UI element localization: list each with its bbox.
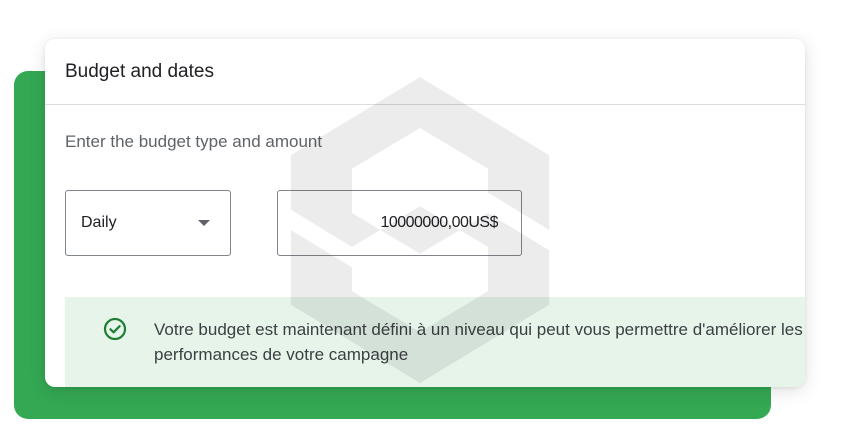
budget-notice: Votre budget est maintenant défini à un … xyxy=(65,297,805,387)
dropdown-caret-icon xyxy=(198,220,210,226)
card-body: Enter the budget type and amount Daily xyxy=(45,132,805,256)
notice-text: Votre budget est maintenant défini à un … xyxy=(154,320,803,364)
budget-amount-field[interactable] xyxy=(277,190,522,256)
budget-type-select[interactable]: Daily xyxy=(65,190,231,256)
budget-amount-input[interactable] xyxy=(296,213,500,233)
card-header: Budget and dates xyxy=(45,39,805,105)
budget-controls: Daily xyxy=(65,190,785,256)
check-circle-icon xyxy=(103,317,127,341)
budget-subtitle: Enter the budget type and amount xyxy=(65,132,323,151)
budget-card: Budget and dates Enter the budget type a… xyxy=(45,39,805,387)
budget-type-value: Daily xyxy=(81,214,117,231)
screenshot-stage: Budget and dates Enter the budget type a… xyxy=(0,0,862,436)
card-title: Budget and dates xyxy=(65,60,214,82)
